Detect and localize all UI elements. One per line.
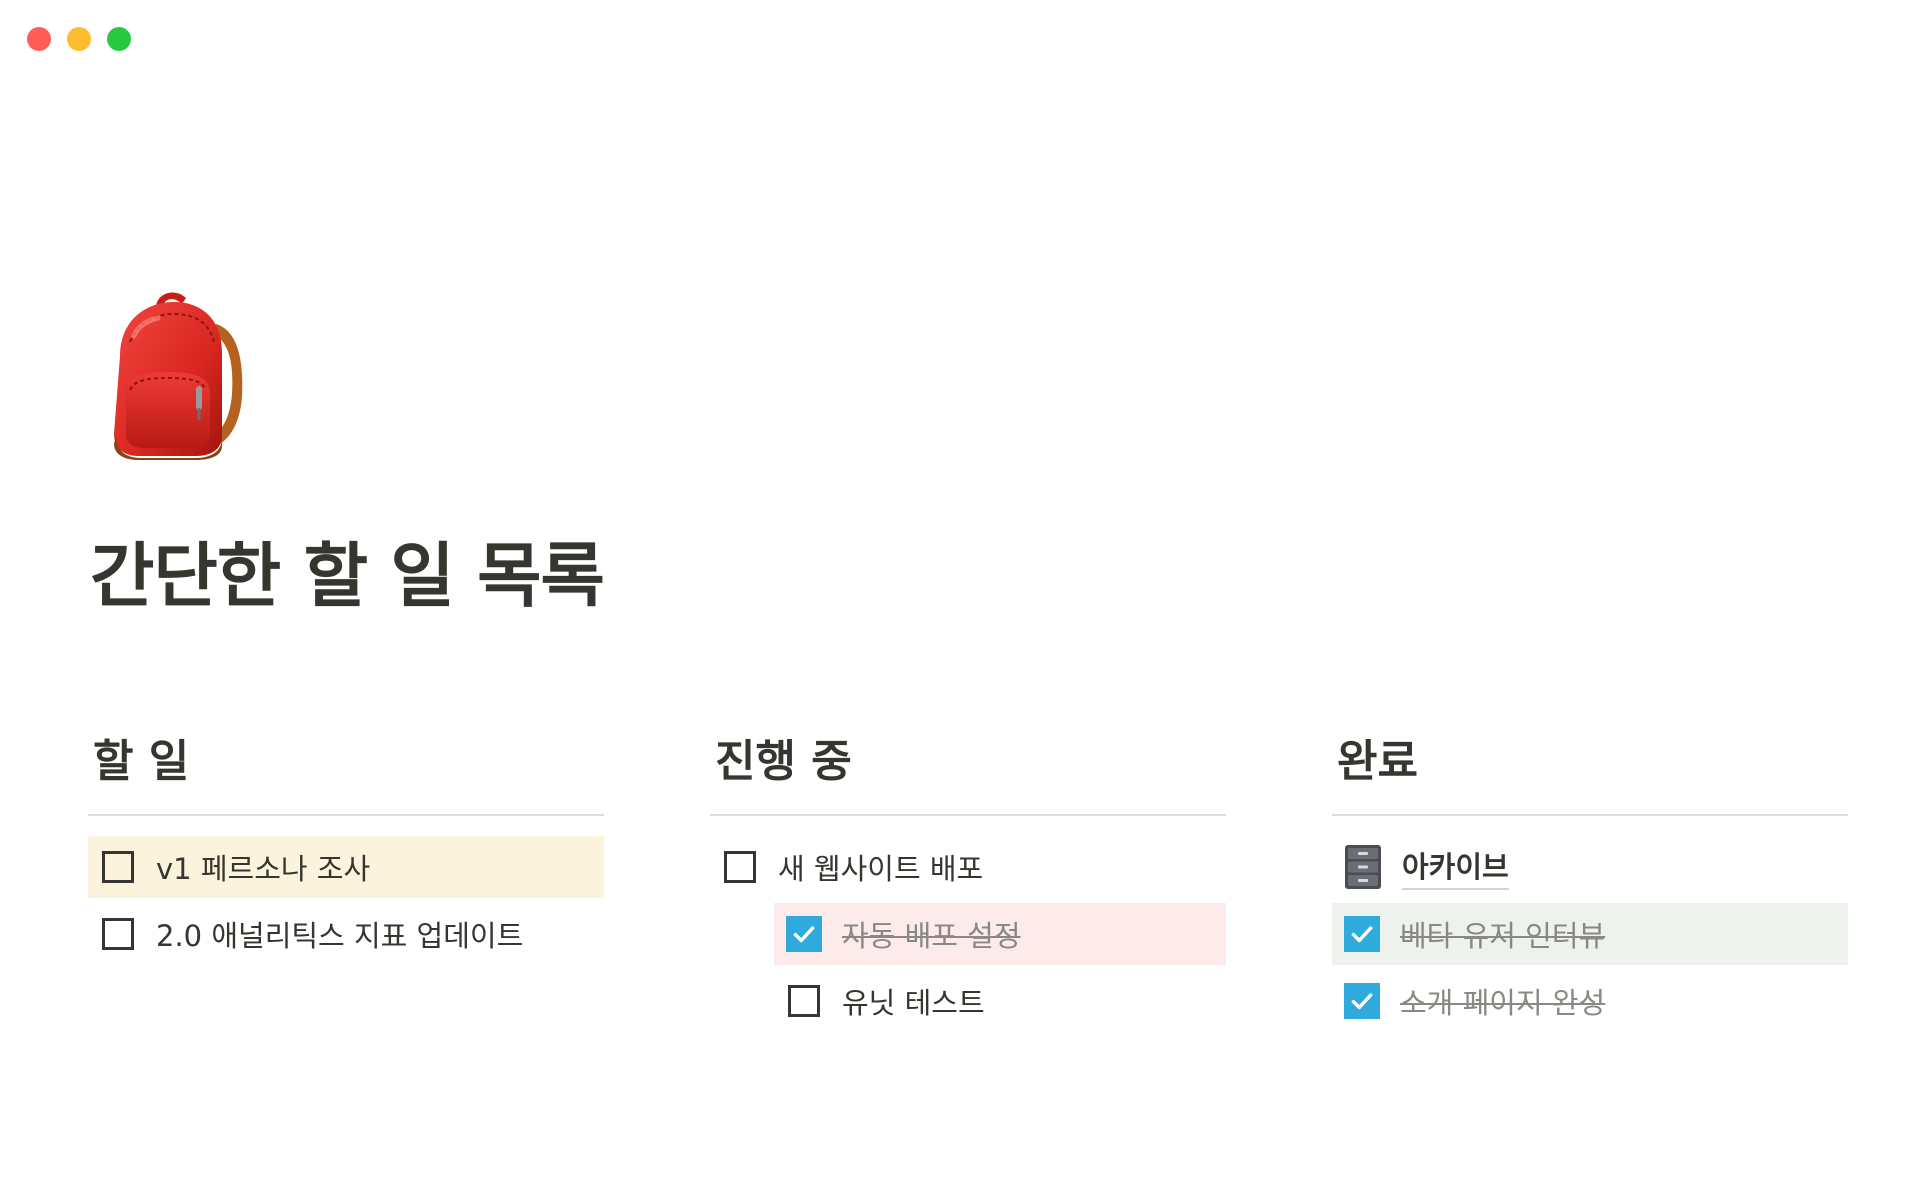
column-heading[interactable]: 할 일 — [88, 728, 604, 816]
window-controls — [27, 27, 131, 51]
todo-item[interactable]: 유닛 테스트 — [774, 970, 1226, 1032]
column-todo: 할 일 v1 페르소나 조사 2.0 애널리틱스 지표 업데이트 — [88, 728, 604, 970]
todo-label[interactable]: 소개 페이지 완성 — [1400, 980, 1605, 1022]
todo-label[interactable]: 자동 배포 설정 — [842, 913, 1021, 955]
todo-item[interactable]: 새 웹사이트 배포 — [710, 836, 1226, 898]
checkbox[interactable] — [724, 851, 756, 883]
checkmark-icon — [1351, 926, 1373, 943]
todo-label[interactable]: v1 페르소나 조사 — [156, 846, 370, 888]
checkbox[interactable] — [102, 918, 134, 950]
checkbox[interactable] — [102, 851, 134, 883]
minimize-window-button[interactable] — [67, 27, 91, 51]
column-done: 완료 아카이브 베타 유저 인터뷰 소개 페이지 완성 — [1332, 728, 1848, 1037]
checkmark-icon — [793, 926, 815, 943]
todo-list: 새 웹사이트 배포 자동 배포 설정 유닛 테스트 — [710, 836, 1226, 1032]
todo-label[interactable]: 유닛 테스트 — [842, 980, 985, 1022]
todo-item[interactable]: 소개 페이지 완성 — [1332, 970, 1848, 1032]
app-window: 간단한 할 일 목록 할 일 v1 페르소나 조사 2.0 애널리틱스 지표 업… — [0, 0, 1920, 1200]
file-cabinet-icon — [1345, 845, 1381, 889]
todo-label[interactable]: 2.0 애널리틱스 지표 업데이트 — [156, 913, 523, 955]
todo-label[interactable]: 베타 유저 인터뷰 — [1400, 913, 1605, 955]
checkbox[interactable] — [788, 985, 820, 1017]
archive-page-link[interactable]: 아카이브 — [1332, 836, 1848, 898]
close-window-button[interactable] — [27, 27, 51, 51]
todo-list: v1 페르소나 조사 2.0 애널리틱스 지표 업데이트 — [88, 836, 604, 965]
backpack-icon[interactable] — [104, 286, 248, 462]
todo-item[interactable]: 자동 배포 설정 — [774, 903, 1226, 965]
archive-link-label[interactable]: 아카이브 — [1402, 844, 1509, 890]
todo-item[interactable]: 베타 유저 인터뷰 — [1332, 903, 1848, 965]
todo-list: 아카이브 베타 유저 인터뷰 소개 페이지 완성 — [1332, 836, 1848, 1032]
todo-item[interactable]: v1 페르소나 조사 — [88, 836, 604, 898]
column-heading[interactable]: 완료 — [1332, 728, 1848, 816]
checkbox-checked[interactable] — [1344, 916, 1380, 952]
checkbox-checked[interactable] — [786, 916, 822, 952]
checkmark-icon — [1351, 993, 1373, 1010]
page-title[interactable]: 간단한 할 일 목록 — [90, 534, 605, 618]
maximize-window-button[interactable] — [107, 27, 131, 51]
checkbox-checked[interactable] — [1344, 983, 1380, 1019]
todo-item[interactable]: 2.0 애널리틱스 지표 업데이트 — [88, 903, 604, 965]
column-in-progress: 진행 중 새 웹사이트 배포 자동 배포 설정 유닛 테스트 — [710, 728, 1226, 1037]
todo-label[interactable]: 새 웹사이트 배포 — [778, 846, 983, 888]
column-heading[interactable]: 진행 중 — [710, 728, 1226, 816]
